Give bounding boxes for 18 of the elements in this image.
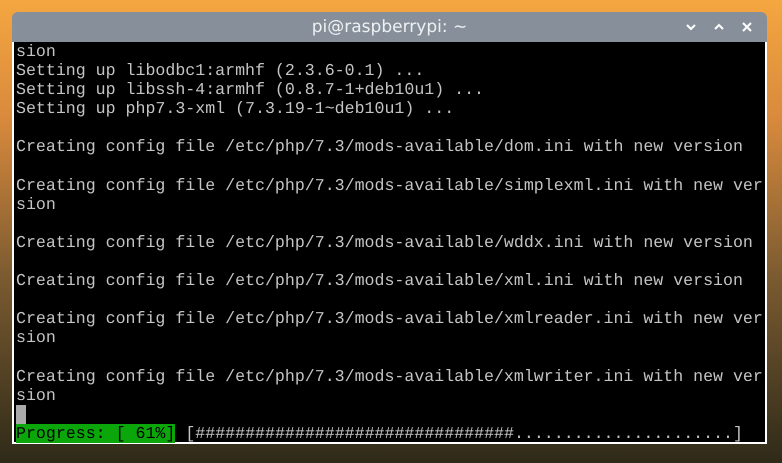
terminal-line: Setting up libssh-4:armhf (0.8.7-1+deb10u1) ... <box>16 80 486 100</box>
terminal-line: Setting up php7.3-xml (7.3.19-1~deb10u1) ... <box>16 99 456 118</box>
text-cursor <box>16 404 26 424</box>
terminal-line: Creating config file /etc/php/7.3/mods-available/xmlwriter.ini with new ver <box>16 366 764 386</box>
terminal-line: sion <box>16 42 57 62</box>
terminal-line: Creating config file /etc/php/7.3/mods-available/dom.ini with new version <box>16 137 744 157</box>
window-title: pi@raspberrypi: ~ <box>312 16 468 39</box>
terminal-line: sion <box>16 386 57 405</box>
terminal-line: Creating config file /etc/php/7.3/mods-available/wddx.ini with new version <box>16 232 754 252</box>
terminal-line: sion <box>16 194 57 214</box>
terminal-line: Creating config file /etc/php/7.3/mods-available/xml.ini with new version <box>16 271 744 290</box>
progress-bar-text: [################################......................] <box>185 424 743 443</box>
progress-label: Progress: [ 61%] <box>16 424 176 443</box>
terminal-line: Creating config file /etc/php/7.3/mods-available/xmlreader.ini with new ver <box>16 309 764 328</box>
close-icon <box>741 21 753 33</box>
terminal-line: Creating config file /etc/php/7.3/mods-available/simplexml.ini with new ver <box>16 176 764 195</box>
terminal-line: Setting up libodbc1:armhf (2.3.6-0.1) ... <box>16 61 426 80</box>
terminal-line: sion <box>16 328 57 348</box>
